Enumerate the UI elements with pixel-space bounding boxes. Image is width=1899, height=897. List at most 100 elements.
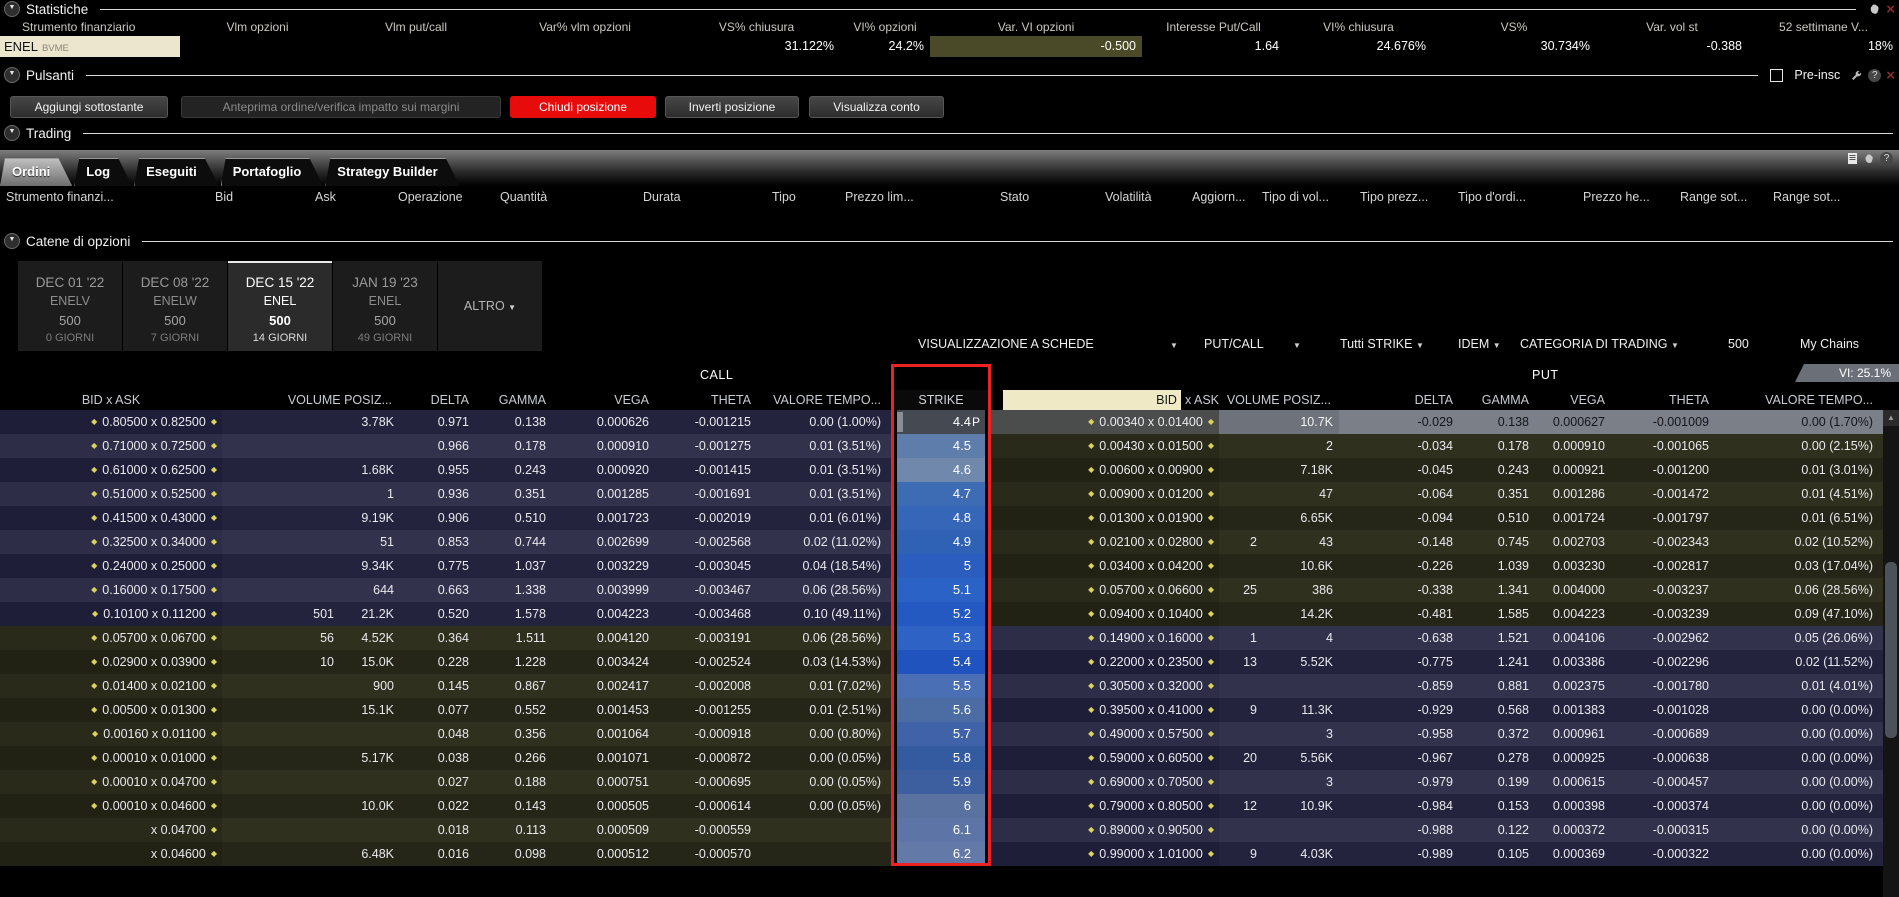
strike-cell[interactable]: 6.2 [891, 842, 991, 866]
strike-cell[interactable]: 6 [891, 794, 991, 818]
strike-cell[interactable]: 4.4P [891, 410, 991, 434]
put-header-volume-pos[interactable]: VOLUME POSIZ... [1219, 390, 1339, 410]
put-bid-ask[interactable]: ◆0.22000 x 0.23500◆ [991, 650, 1219, 674]
strike-header[interactable]: STRIKE [891, 390, 991, 410]
put-header-valore[interactable]: VALORE TEMPO... [1717, 390, 1883, 410]
strike-cell[interactable]: 5.7 [891, 722, 991, 746]
option-row[interactable]: ◆0.00160 x 0.01100◆0.0480.3560.001064-0.… [0, 722, 1899, 746]
tab-strategy-builder[interactable]: Strategy Builder [325, 158, 459, 186]
put-bid-ask[interactable]: ◆0.14900 x 0.16000◆ [991, 626, 1219, 650]
order-col[interactable]: Range sot... [1773, 186, 1840, 210]
order-col[interactable]: Operazione [398, 186, 463, 210]
call-bid-ask[interactable]: ◆0.00500 x 0.01300◆ [0, 698, 222, 722]
instrument-cell[interactable]: ENELBVME [0, 36, 180, 57]
scrollbar-thumb[interactable] [1885, 562, 1897, 738]
option-row[interactable]: ◆0.41500 x 0.43000◆9.19K0.9060.5100.0017… [0, 506, 1899, 530]
strike-cell[interactable]: 5.2 [891, 602, 991, 626]
order-col[interactable]: Tipo prezz... [1360, 186, 1428, 210]
option-row[interactable]: ◆x 0.04700◆0.0180.1130.000509-0.0005596.… [0, 818, 1899, 842]
call-bid-ask[interactable]: ◆0.00010 x 0.01000◆ [0, 746, 222, 770]
option-row[interactable]: ◆0.00010 x 0.01000◆5.17K0.0380.2660.0010… [0, 746, 1899, 770]
order-col[interactable]: Tipo d'ordi... [1458, 186, 1526, 210]
put-bid-ask[interactable]: ◆0.39500 x 0.41000◆ [991, 698, 1219, 722]
option-row[interactable]: ◆0.01400 x 0.02100◆9000.1450.8670.002417… [0, 674, 1899, 698]
call-bid-ask[interactable]: ◆0.24000 x 0.25000◆ [0, 554, 222, 578]
scroll-up-icon[interactable]: ▲ [1883, 410, 1899, 426]
help-icon[interactable]: ? [1880, 152, 1893, 165]
strike-cell[interactable]: 5.9 [891, 770, 991, 794]
call-header-volume-pos[interactable]: VOLUME POSIZ... [222, 390, 400, 410]
tab-ordini[interactable]: Ordini [0, 158, 72, 186]
close-icon[interactable]: × [1886, 3, 1895, 16]
order-col[interactable]: Range sot... [1680, 186, 1747, 210]
put-bid-ask[interactable]: ◆0.00430 x 0.01500◆ [991, 434, 1219, 458]
document-icon[interactable] [1847, 152, 1858, 165]
call-bid-ask[interactable]: ◆0.16000 x 0.17500◆ [0, 578, 222, 602]
put-bid-ask[interactable]: ◆0.01300 x 0.01900◆ [991, 506, 1219, 530]
call-bid-ask[interactable]: ◆x 0.04600◆ [0, 842, 222, 866]
putcall-dropdown[interactable]: PUT/CALL [1204, 333, 1264, 357]
my-chains-link[interactable]: My Chains [1800, 333, 1859, 357]
view-mode-caret[interactable]: ▼ [1170, 333, 1178, 357]
collapse-chains-icon[interactable]: ▼ [4, 233, 20, 249]
put-header-bid-ask[interactable]: BID x ASK [991, 390, 1219, 410]
order-col[interactable]: Prezzo he... [1583, 186, 1650, 210]
close-position-button[interactable]: Chiudi posizione [510, 96, 656, 118]
put-bid-ask[interactable]: ◆0.89000 x 0.90500◆ [991, 818, 1219, 842]
order-preview-button[interactable]: Anteprima ordine/verifica impatto sui ma… [181, 96, 501, 118]
call-bid-ask[interactable]: ◆0.01400 x 0.02100◆ [0, 674, 222, 698]
put-header-delta[interactable]: DELTA [1339, 390, 1461, 410]
call-bid-ask[interactable]: ◆x 0.04700◆ [0, 818, 222, 842]
call-bid-ask[interactable]: ◆0.61000 x 0.62500◆ [0, 458, 222, 482]
strike-cell[interactable]: 5.1 [891, 578, 991, 602]
strike-cell[interactable]: 6.1 [891, 818, 991, 842]
view-mode-dropdown[interactable]: VISUALIZZAZIONE A SCHEDE [918, 333, 1094, 357]
strike-cell[interactable]: 5.5 [891, 674, 991, 698]
order-col[interactable]: Tipo di vol... [1262, 186, 1329, 210]
option-row[interactable]: ◆0.00010 x 0.04700◆0.0270.1880.000751-0.… [0, 770, 1899, 794]
order-col[interactable]: Volatilità [1105, 186, 1152, 210]
option-row[interactable]: ◆0.51000 x 0.52500◆10.9360.3510.001285-0… [0, 482, 1899, 506]
call-bid-ask[interactable]: ◆0.10100 x 0.11200◆ [0, 602, 222, 626]
put-bid-ask[interactable]: ◆0.99000 x 1.01000◆ [991, 842, 1219, 866]
strike-cell[interactable]: 4.6 [891, 458, 991, 482]
collapse-trading-icon[interactable]: ▼ [4, 125, 20, 141]
put-bid-ask[interactable]: ◆0.03400 x 0.04200◆ [991, 554, 1219, 578]
order-col[interactable]: Aggiorn... [1192, 186, 1246, 210]
call-bid-ask[interactable]: ◆0.32500 x 0.34000◆ [0, 530, 222, 554]
close-icon[interactable]: × [1886, 69, 1895, 82]
strike-cell[interactable]: 4.9 [891, 530, 991, 554]
help-icon[interactable]: ? [1868, 69, 1881, 82]
collapse-statistics-icon[interactable]: ▼ [4, 1, 20, 17]
strike-cell[interactable]: 5.8 [891, 746, 991, 770]
put-header-theta[interactable]: THETA [1613, 390, 1717, 410]
put-header-vega[interactable]: VEGA [1537, 390, 1613, 410]
collapse-buttons-icon[interactable]: ▼ [4, 67, 20, 83]
call-header-bid-ask[interactable]: BID x ASK [0, 390, 222, 410]
tab-eseguiti[interactable]: Eseguiti [134, 158, 219, 186]
call-bid-ask[interactable]: ◆0.51000 x 0.52500◆ [0, 482, 222, 506]
reverse-position-button[interactable]: Inverti posizione [665, 96, 799, 118]
order-col[interactable]: Durata [643, 186, 681, 210]
option-row[interactable]: ◆0.05700 x 0.06700◆564.52K0.3641.5110.00… [0, 626, 1899, 650]
put-bid-ask[interactable]: ◆0.09400 x 0.10400◆ [991, 602, 1219, 626]
call-bid-ask[interactable]: ◆0.00010 x 0.04700◆ [0, 770, 222, 794]
hand-icon[interactable] [1863, 153, 1875, 165]
put-bid-ask[interactable]: ◆0.59000 x 0.60500◆ [991, 746, 1219, 770]
option-row[interactable]: ◆0.32500 x 0.34000◆510.8530.7440.002699-… [0, 530, 1899, 554]
option-row[interactable]: ◆0.02900 x 0.03900◆1015.0K0.2281.2280.00… [0, 650, 1899, 674]
option-row[interactable]: ◆0.00500 x 0.01300◆15.1K0.0770.5520.0014… [0, 698, 1899, 722]
exchange-dropdown[interactable]: IDEM ▼ [1458, 333, 1501, 357]
put-header-gamma[interactable]: GAMMA [1461, 390, 1537, 410]
strike-cell[interactable]: 4.8 [891, 506, 991, 530]
strike-cell[interactable]: 5.3 [891, 626, 991, 650]
order-col[interactable]: Bid [215, 186, 233, 210]
put-bid-ask[interactable]: ◆0.00900 x 0.01200◆ [991, 482, 1219, 506]
option-row[interactable]: ◆0.71000 x 0.72500◆0.9660.1780.000910-0.… [0, 434, 1899, 458]
option-row[interactable]: ◆0.10100 x 0.11200◆50121.2K0.5201.5780.0… [0, 602, 1899, 626]
put-bid-ask[interactable]: ◆0.79000 x 0.80500◆ [991, 794, 1219, 818]
call-header-vega[interactable]: VEGA [554, 390, 657, 410]
order-col[interactable]: Quantità [500, 186, 547, 210]
wrench-icon[interactable] [1850, 69, 1863, 82]
putcall-caret[interactable]: ▼ [1293, 333, 1301, 357]
